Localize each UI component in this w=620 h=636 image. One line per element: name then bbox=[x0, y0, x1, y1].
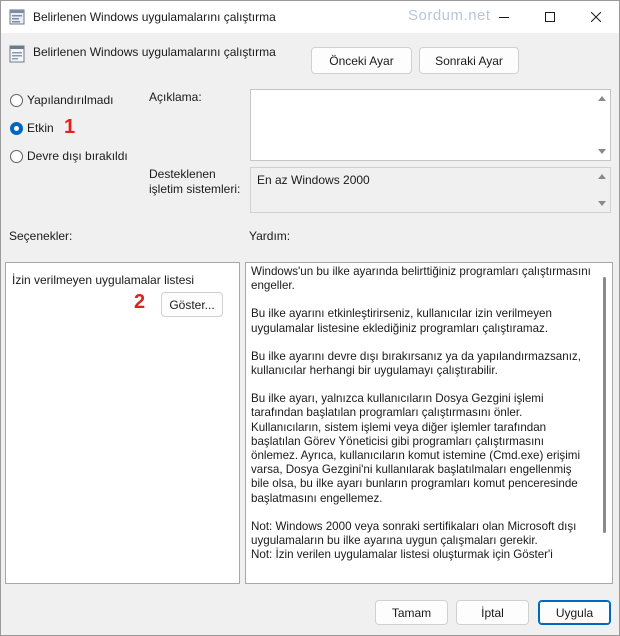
minimize-icon bbox=[499, 17, 509, 18]
window-title: Belirlenen Windows uygulamalarını çalışt… bbox=[33, 10, 276, 24]
watermark-logo: Sordum.net bbox=[408, 7, 491, 24]
ok-button[interactable]: Tamam bbox=[375, 600, 448, 625]
help-panel: Windows'un bu ilke ayarında belirttiğini… bbox=[245, 262, 613, 584]
description-label: Açıklama: bbox=[149, 90, 202, 104]
supported-os-value: En az Windows 2000 bbox=[257, 173, 370, 187]
supported-os-field[interactable]: En az Windows 2000 bbox=[250, 167, 611, 213]
scroll-down-icon[interactable] bbox=[598, 201, 606, 206]
supported-os-label: Desteklenen işletim sistemleri: bbox=[149, 167, 241, 196]
close-icon bbox=[591, 12, 601, 22]
scroll-up-icon[interactable] bbox=[598, 174, 606, 179]
supported-os-scrollbar[interactable] bbox=[594, 168, 610, 212]
previous-setting-label: Önceki Ayar bbox=[329, 53, 394, 68]
scroll-down-icon[interactable] bbox=[598, 149, 606, 154]
setting-title: Belirlenen Windows uygulamalarını çalışt… bbox=[33, 45, 276, 59]
maximize-button[interactable] bbox=[527, 1, 573, 33]
cancel-label: İptal bbox=[481, 605, 504, 620]
ok-label: Tamam bbox=[391, 605, 432, 620]
annotation-number-2: 2 bbox=[134, 291, 146, 313]
maximize-icon bbox=[545, 12, 555, 22]
apply-label: Uygula bbox=[555, 605, 594, 620]
radio-disabled[interactable]: Devre dışı bırakıldı bbox=[10, 149, 128, 163]
policy-setting-icon bbox=[9, 45, 25, 63]
minimize-button[interactable] bbox=[481, 1, 527, 33]
radio-enabled[interactable]: Etkin bbox=[10, 121, 54, 135]
help-paragraph: Not: Windows 2000 veya sonraki sertifika… bbox=[251, 519, 577, 548]
help-paragraph: Windows'un bu ilke ayarında belirttiğini… bbox=[251, 265, 591, 293]
radio-label: Yapılandırılmadı bbox=[27, 93, 114, 107]
help-paragraph: Bu ilke ayarı, yalnızca kullanıcıların D… bbox=[251, 392, 581, 505]
help-text: Windows'un bu ilke ayarında belirttiğini… bbox=[251, 265, 591, 583]
radio-circle-checked[interactable] bbox=[10, 121, 23, 135]
radio-circle[interactable] bbox=[10, 93, 23, 107]
previous-setting-button[interactable]: Önceki Ayar bbox=[311, 47, 412, 74]
show-button-label: Göster... bbox=[169, 297, 215, 312]
help-paragraph: Not: İzin verilen uygulamalar listesi ol… bbox=[251, 548, 553, 562]
policy-editor-icon bbox=[9, 9, 25, 25]
help-scroll-thumb[interactable] bbox=[603, 277, 606, 533]
policy-dialog: Belirlenen Windows uygulamalarını çalışt… bbox=[0, 0, 620, 636]
radio-circle[interactable] bbox=[10, 149, 23, 163]
help-paragraph: Bu ilke ayarını devre dışı bırakırsanız … bbox=[251, 349, 581, 378]
show-button[interactable]: Göster... bbox=[161, 292, 223, 317]
radio-not-configured[interactable]: Yapılandırılmadı bbox=[10, 93, 114, 107]
close-button[interactable] bbox=[573, 1, 619, 33]
annotation-number-1: 1 bbox=[64, 116, 76, 138]
description-scrollbar[interactable] bbox=[594, 90, 610, 160]
title-bar[interactable]: Belirlenen Windows uygulamalarını çalışt… bbox=[1, 1, 619, 33]
options-label: Seçenekler: bbox=[9, 229, 73, 243]
options-panel: İzin verilmeyen uygulamalar listesi Göst… bbox=[5, 262, 240, 584]
cancel-button[interactable]: İptal bbox=[456, 600, 529, 625]
disallowed-apps-label: İzin verilmeyen uygulamalar listesi bbox=[12, 273, 195, 287]
help-label: Yardım: bbox=[249, 229, 291, 243]
radio-label: Devre dışı bırakıldı bbox=[27, 149, 128, 163]
apply-button[interactable]: Uygula bbox=[538, 600, 611, 625]
description-textarea[interactable] bbox=[250, 89, 611, 161]
next-setting-button[interactable]: Sonraki Ayar bbox=[419, 47, 519, 74]
help-scrollbar[interactable] bbox=[598, 263, 612, 583]
scroll-up-icon[interactable] bbox=[598, 96, 606, 101]
next-setting-label: Sonraki Ayar bbox=[435, 53, 503, 68]
help-paragraph: Bu ilke ayarını etkinleştirirseniz, kull… bbox=[251, 307, 552, 335]
radio-label: Etkin bbox=[27, 121, 54, 135]
